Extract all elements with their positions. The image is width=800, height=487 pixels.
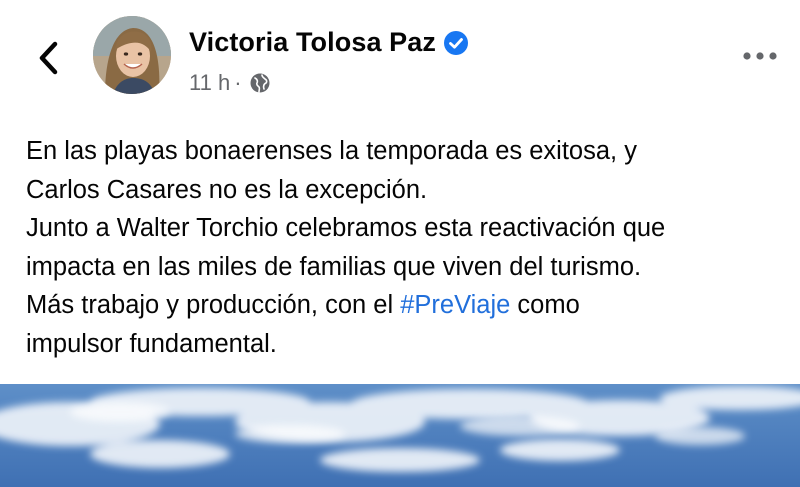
more-horizontal-icon bbox=[743, 52, 777, 60]
author-avatar[interactable] bbox=[93, 16, 171, 94]
verified-badge-icon bbox=[443, 30, 468, 55]
meta-separator: · bbox=[234, 70, 242, 95]
post-text-segment: Más trabajo y producción, con el bbox=[26, 291, 401, 319]
post-text-segment: como bbox=[510, 291, 580, 319]
post-meta: 11 h · bbox=[189, 70, 271, 96]
post-photo[interactable] bbox=[0, 384, 800, 487]
post-timestamp[interactable]: 11 h bbox=[189, 70, 230, 96]
author-name[interactable]: Victoria Tolosa Paz bbox=[189, 27, 436, 58]
post-text-line: Junto a Walter Torchio celebramos esta r… bbox=[26, 214, 666, 242]
more-options-button[interactable] bbox=[738, 42, 782, 70]
post-text-line: Más trabajo y producción, con el #PreVia… bbox=[26, 286, 796, 325]
chevron-left-icon bbox=[39, 41, 58, 75]
post-text-line: En las playas bonaerenses la temporada e… bbox=[26, 137, 637, 165]
author-name-row: Victoria Tolosa Paz bbox=[189, 27, 469, 58]
post-header: Victoria Tolosa Paz 11 h · bbox=[0, 0, 800, 120]
post-body: En las playas bonaerenses la temporada e… bbox=[26, 132, 796, 363]
hashtag-link[interactable]: #PreViaje bbox=[400, 291, 510, 319]
post-text-line: impulsor fundamental. bbox=[26, 329, 277, 358]
globe-icon bbox=[250, 73, 270, 93]
post-text-line: impacta en las miles de familias que viv… bbox=[26, 252, 642, 281]
back-button[interactable] bbox=[28, 38, 68, 78]
post-text-line: Carlos Casares no es la excepción. bbox=[26, 175, 428, 204]
